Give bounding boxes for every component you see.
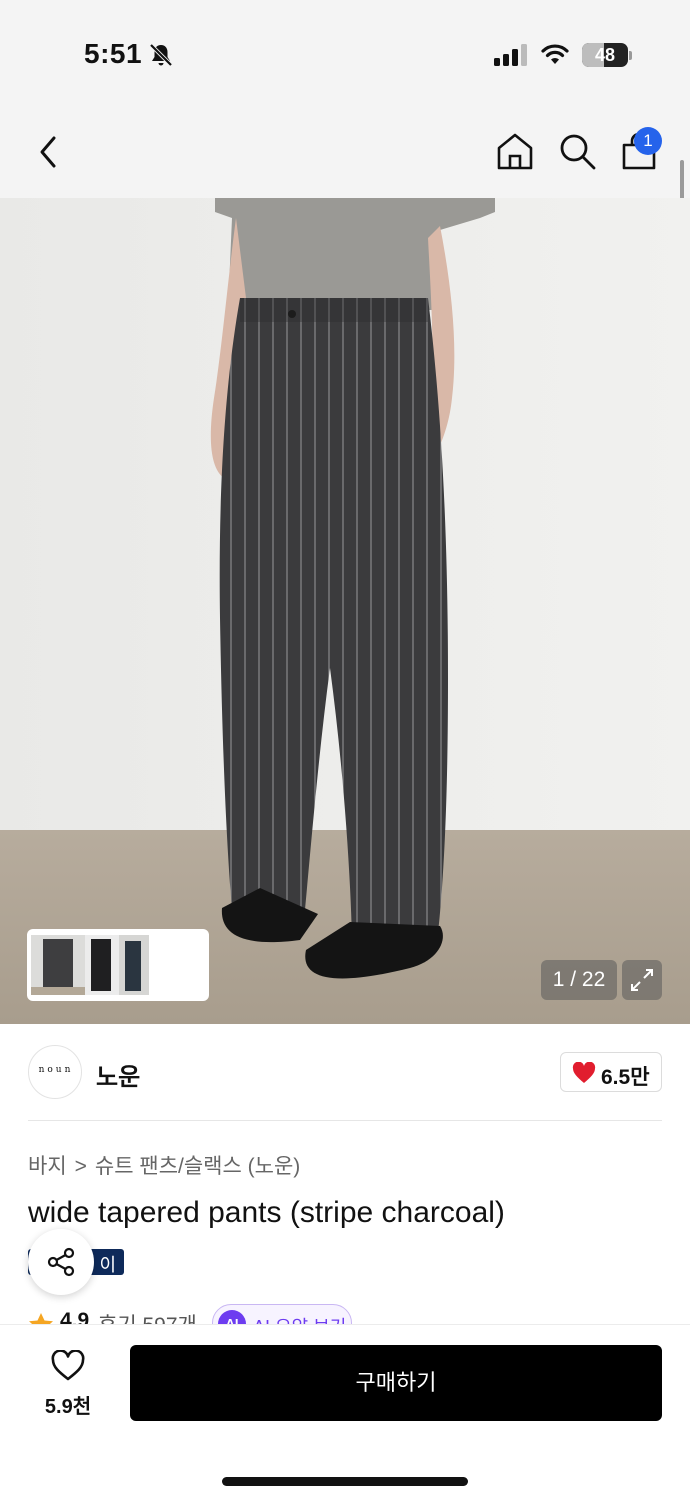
battery-nub — [629, 51, 632, 60]
cart-count-badge: 1 — [634, 127, 662, 155]
heart-outline-icon[interactable] — [50, 1350, 86, 1382]
wishlist-count: 5.9천 — [44, 1396, 92, 1418]
product-photo — [0, 198, 690, 1024]
cellular-signal-icon — [494, 44, 527, 66]
review-count[interactable]: 후기 597개 — [98, 1309, 197, 1324]
battery-percentage: 48 — [594, 45, 616, 65]
thumbnail-2[interactable] — [85, 935, 119, 995]
expand-button[interactable] — [622, 960, 662, 1000]
like-count: 6.5만 — [601, 1066, 650, 1089]
buy-button[interactable]: 구매하기 — [130, 1345, 662, 1421]
brand-logo-text: noun — [38, 1065, 74, 1075]
brand-name[interactable]: 노운 — [96, 1057, 140, 1092]
rating-value: 4.9 — [60, 1309, 90, 1324]
brand-logo[interactable]: noun — [28, 1045, 82, 1099]
share-button[interactable] — [28, 1229, 94, 1295]
wifi-icon — [541, 44, 569, 64]
thumbnail-3[interactable] — [119, 935, 149, 995]
share-icon — [47, 1247, 75, 1277]
expand-icon — [631, 969, 653, 991]
ai-summary-button[interactable]: AI AI 요약 보기 — [212, 1304, 352, 1324]
home-icon[interactable] — [494, 130, 536, 172]
thumbnail-1[interactable] — [31, 935, 85, 995]
chevron-left-icon[interactable] — [30, 130, 66, 174]
battery-icon: 48 — [582, 43, 628, 67]
thumbnail-strip[interactable] — [27, 929, 209, 1001]
search-icon[interactable] — [556, 130, 598, 172]
rating-row: 4.9 후기 597개 AI AI 요약 보기 — [28, 1304, 688, 1324]
bell-off-icon — [149, 43, 173, 67]
heart-filled-icon — [572, 1062, 596, 1083]
home-indicator[interactable] — [222, 1477, 468, 1486]
star-icon — [29, 1313, 53, 1324]
product-title: wide tapered pants (stripe charcoal) — [28, 1196, 505, 1229]
breadcrumb-separator: > — [74, 1155, 87, 1178]
brand-like-button[interactable]: 6.5만 — [560, 1052, 662, 1092]
ai-badge: AI — [218, 1310, 246, 1324]
ai-summary-label: AI 요약 보기 — [253, 1313, 346, 1324]
breadcrumb-item-subcategory[interactable]: 슈트 팬츠/슬랙스 (노운) — [95, 1155, 300, 1178]
image-counter: 1 / 22 — [541, 960, 617, 1000]
divider — [28, 1120, 662, 1121]
pay-badge-text: 이 — [99, 1255, 116, 1275]
product-image[interactable] — [0, 198, 690, 1024]
breadcrumb: 바지 > 슈트 팬츠/슬랙스 (노운) — [28, 1150, 300, 1180]
status-time: 5:51 — [84, 38, 143, 69]
breadcrumb-item-category[interactable]: 바지 — [28, 1155, 67, 1178]
